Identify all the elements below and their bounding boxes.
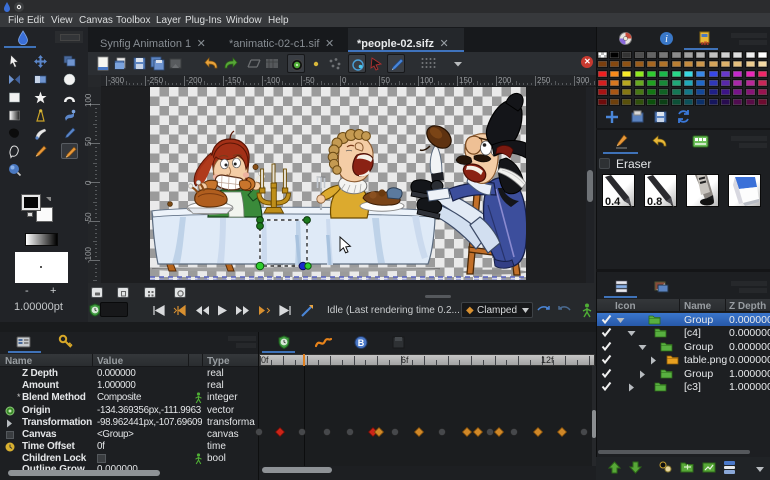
svg-text:i: i <box>665 34 668 45</box>
svg-text:B: B <box>358 338 365 348</box>
svg-text:0.8: 0.8 <box>647 196 662 208</box>
svg-text:0.4: 0.4 <box>605 196 621 208</box>
svg-text:sifz: sifz <box>701 41 710 47</box>
